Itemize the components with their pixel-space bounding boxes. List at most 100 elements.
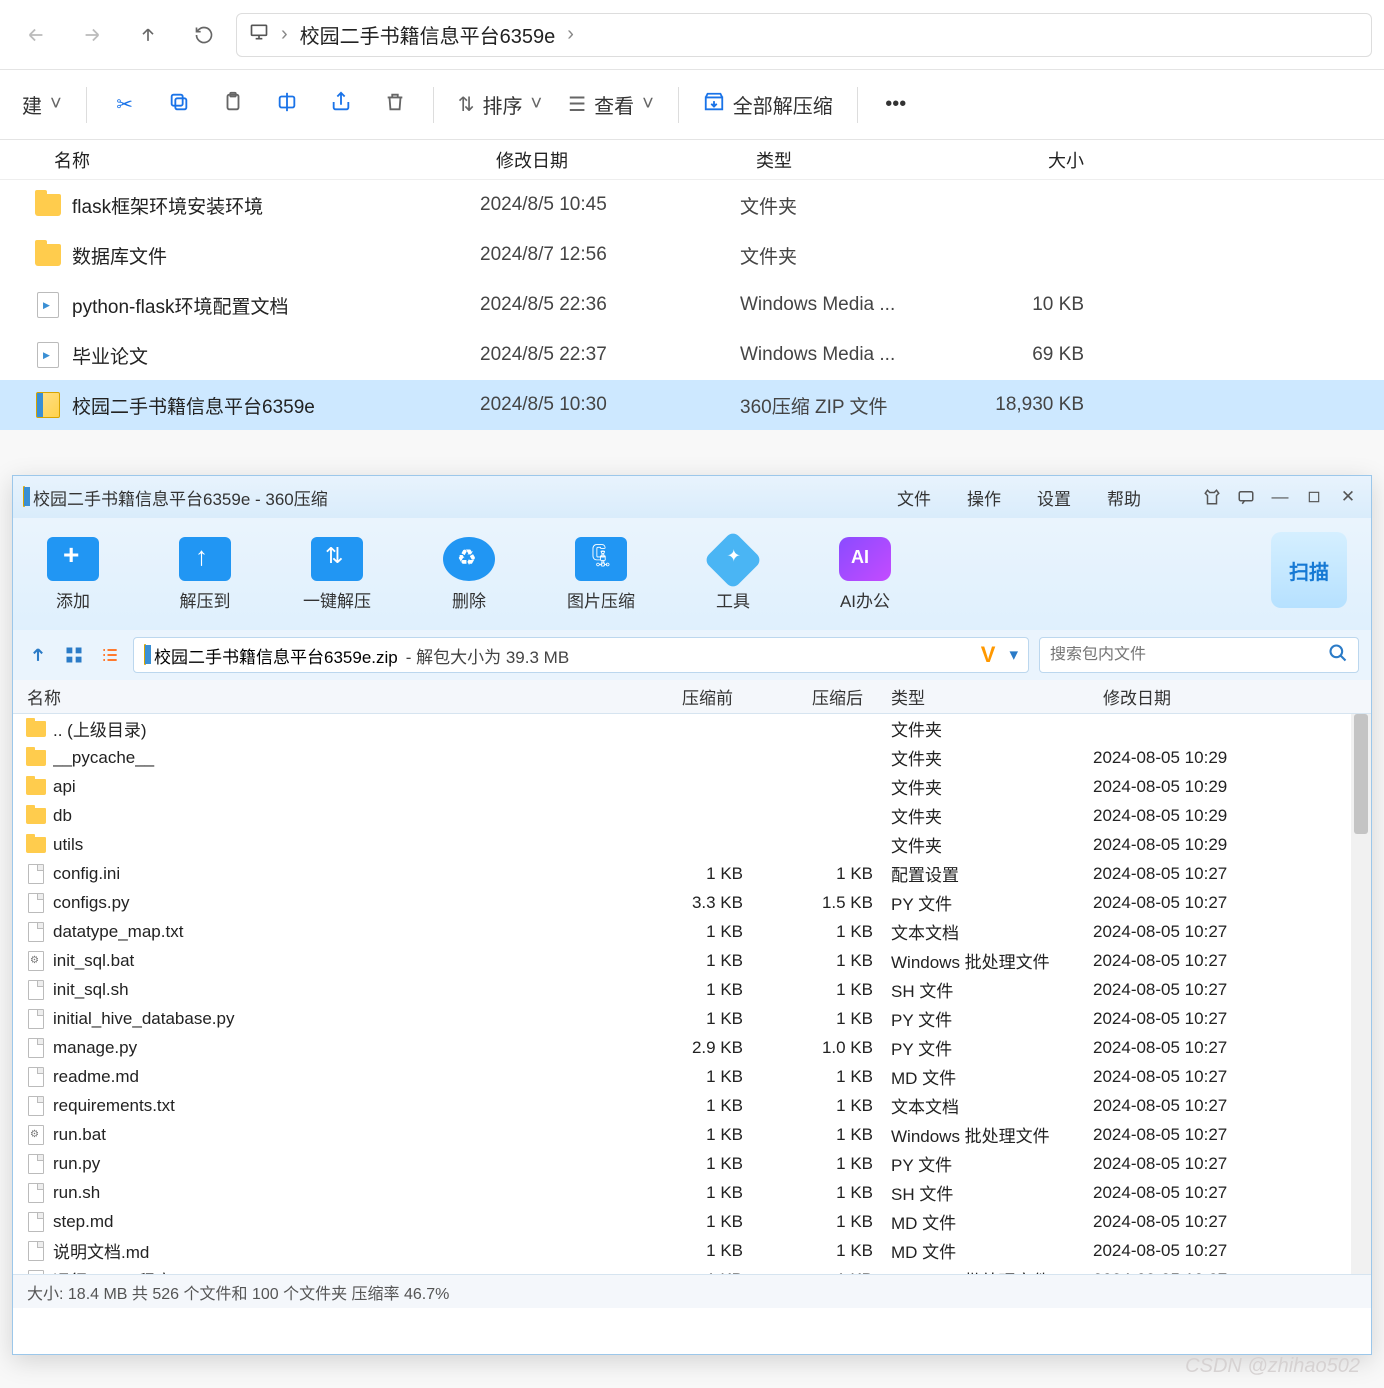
ai-office-button[interactable]: AI办公 (825, 537, 905, 612)
size-after: 1 KB (743, 1096, 873, 1116)
v-badge: V (981, 642, 1002, 668)
file-row[interactable]: 数据库文件2024/8/7 12:56文件夹 (0, 230, 1384, 280)
zip-address-bar[interactable]: 校园二手书籍信息平台6359e.zip - 解包大小为 39.3 MB V ▾ (133, 637, 1029, 673)
menu-help[interactable]: 帮助 (1107, 485, 1141, 510)
explorer-nav-bar: › 校园二手书籍信息平台6359e › (0, 0, 1384, 70)
zip-file-row[interactable]: .. (上级目录)文件夹 (13, 714, 1371, 743)
view-list-button[interactable] (97, 642, 123, 668)
tools-button[interactable]: 工具 (693, 537, 773, 612)
breadcrumb-folder[interactable]: 校园二手书籍信息平台6359e (300, 20, 556, 49)
col-type[interactable]: 类型 (873, 684, 1093, 709)
folder-icon (34, 241, 62, 269)
file-row[interactable]: flask框架环境安装环境2024/8/5 10:45文件夹 (0, 180, 1384, 230)
file-name: db (53, 806, 613, 826)
share-button[interactable] (317, 81, 365, 129)
zip-file-row[interactable]: init_sql.sh1 KB1 KBSH 文件2024-08-05 10:27 (13, 975, 1371, 1004)
zip-file-row[interactable]: run.bat1 KB1 KBWindows 批处理文件2024-08-05 1… (13, 1120, 1371, 1149)
scan-button[interactable]: 扫描 (1271, 532, 1347, 608)
size-before: 1 KB (613, 922, 743, 942)
zip-file-row[interactable]: configs.py3.3 KB1.5 KBPY 文件2024-08-05 10… (13, 888, 1371, 917)
col-date[interactable]: 修改日期 (480, 147, 740, 173)
zip-search-box[interactable] (1039, 637, 1359, 673)
zip-file-row[interactable]: run.sh1 KB1 KBSH 文件2024-08-05 10:27 (13, 1178, 1371, 1207)
doc-icon (25, 893, 47, 913)
address-bar[interactable]: › 校园二手书籍信息平台6359e › (236, 13, 1372, 57)
menu-file[interactable]: 文件 (897, 485, 931, 510)
file-row[interactable]: 毕业论文2024/8/5 22:37Windows Media ...69 KB (0, 330, 1384, 380)
oneclick-extract-button[interactable]: 一键解压 (297, 537, 377, 612)
delete-icon (443, 537, 495, 581)
copy-button[interactable] (155, 81, 203, 129)
add-icon (47, 537, 99, 581)
col-date[interactable]: 修改日期 (1093, 684, 1293, 709)
close-button[interactable]: ✕ (1333, 484, 1363, 510)
extract-to-button[interactable]: 解压到 (165, 537, 245, 612)
file-row[interactable]: python-flask环境配置文档2024/8/5 22:36Windows … (0, 280, 1384, 330)
search-icon[interactable] (1328, 643, 1348, 668)
scissors-icon: ✂ (116, 92, 133, 117)
add-button[interactable]: 添加 (33, 537, 113, 612)
zip-file-row[interactable]: api文件夹2024-08-05 10:29 (13, 772, 1371, 801)
view-icons-button[interactable] (61, 642, 87, 668)
zip-file-row[interactable]: initial_hive_database.py1 KB1 KBPY 文件202… (13, 1004, 1371, 1033)
doc-icon (25, 922, 47, 942)
file-name: __pycache__ (53, 748, 613, 768)
zip-file-row[interactable]: readme.md1 KB1 KBMD 文件2024-08-05 10:27 (13, 1062, 1371, 1091)
image-compress-button[interactable]: 图片压缩 (561, 537, 641, 612)
extract-all-button[interactable]: 全部解压缩 (693, 81, 843, 129)
file-name: 数据库文件 (72, 242, 480, 269)
file-type: SH 文件 (873, 1180, 1093, 1205)
rename-button[interactable] (263, 81, 311, 129)
nav-back-button[interactable] (12, 11, 60, 59)
zip-titlebar[interactable]: 校园二手书籍信息平台6359e - 360压缩 文件 操作 设置 帮助 — ✕ (13, 476, 1371, 518)
zip-file-row[interactable]: 运行python程序.bat1 KB1 KBWindows 批处理文件2024-… (13, 1265, 1371, 1274)
skin-button[interactable] (1197, 484, 1227, 510)
more-button[interactable]: ••• (872, 81, 920, 129)
file-name: init_sql.bat (53, 951, 613, 971)
separator (433, 87, 434, 123)
zip-file-row[interactable]: run.py1 KB1 KBPY 文件2024-08-05 10:27 (13, 1149, 1371, 1178)
nav-refresh-button[interactable] (180, 11, 228, 59)
file-row[interactable]: 校园二手书籍信息平台6359e2024/8/5 10:30360压缩 ZIP 文… (0, 380, 1384, 430)
up-dir-button[interactable] (25, 642, 51, 668)
zip-file-row[interactable]: step.md1 KB1 KBMD 文件2024-08-05 10:27 (13, 1207, 1371, 1236)
view-button[interactable]: ☰查看 ˅ (558, 81, 664, 129)
delete-button[interactable]: 删除 (429, 537, 509, 612)
nav-forward-button[interactable] (68, 11, 116, 59)
col-before[interactable]: 压缩前 (613, 684, 743, 709)
zip-search-input[interactable] (1050, 646, 1318, 664)
cut-button[interactable]: ✂ (101, 81, 149, 129)
scrollbar-thumb[interactable] (1354, 714, 1368, 834)
menu-operate[interactable]: 操作 (967, 485, 1001, 510)
col-size[interactable]: 大小 (960, 147, 1100, 173)
scrollbar[interactable] (1351, 714, 1371, 1274)
delete-button[interactable] (371, 81, 419, 129)
col-name[interactable]: 名称 (13, 684, 613, 709)
col-type[interactable]: 类型 (740, 147, 960, 173)
paste-button[interactable] (209, 81, 257, 129)
col-name[interactable]: 名称 (0, 147, 480, 173)
zip-file-row[interactable]: datatype_map.txt1 KB1 KB文本文档2024-08-05 1… (13, 917, 1371, 946)
new-button[interactable]: 建 ˅ (12, 81, 72, 129)
zip-file-row[interactable]: requirements.txt1 KB1 KB文本文档2024-08-05 1… (13, 1091, 1371, 1120)
maximize-button[interactable] (1299, 484, 1329, 510)
dropdown-icon[interactable]: ▾ (1009, 645, 1018, 665)
sort-button[interactable]: ⇅排序 ˅ (448, 81, 552, 129)
zip-file-row[interactable]: db文件夹2024-08-05 10:29 (13, 801, 1371, 830)
zip-file-row[interactable]: 说明文档.md1 KB1 KBMD 文件2024-08-05 10:27 (13, 1236, 1371, 1265)
zip-file-row[interactable]: config.ini1 KB1 KB配置设置2024-08-05 10:27 (13, 859, 1371, 888)
file-name: requirements.txt (53, 1096, 613, 1116)
size-after: 1 KB (743, 1270, 873, 1275)
menu-settings[interactable]: 设置 (1037, 485, 1071, 510)
nav-up-button[interactable] (124, 11, 172, 59)
zip-file-row[interactable]: manage.py2.9 KB1.0 KBPY 文件2024-08-05 10:… (13, 1033, 1371, 1062)
zip-file-row[interactable]: init_sql.bat1 KB1 KBWindows 批处理文件2024-08… (13, 946, 1371, 975)
file-type: 文件夹 (873, 803, 1093, 828)
minimize-button[interactable]: — (1265, 484, 1295, 510)
list-icon: ☰ (568, 92, 586, 117)
zip-file-row[interactable]: __pycache__文件夹2024-08-05 10:29 (13, 743, 1371, 772)
feedback-button[interactable] (1231, 484, 1261, 510)
file-type: Windows 批处理文件 (873, 1267, 1093, 1274)
col-after[interactable]: 压缩后 (743, 684, 873, 709)
zip-file-row[interactable]: utils文件夹2024-08-05 10:29 (13, 830, 1371, 859)
